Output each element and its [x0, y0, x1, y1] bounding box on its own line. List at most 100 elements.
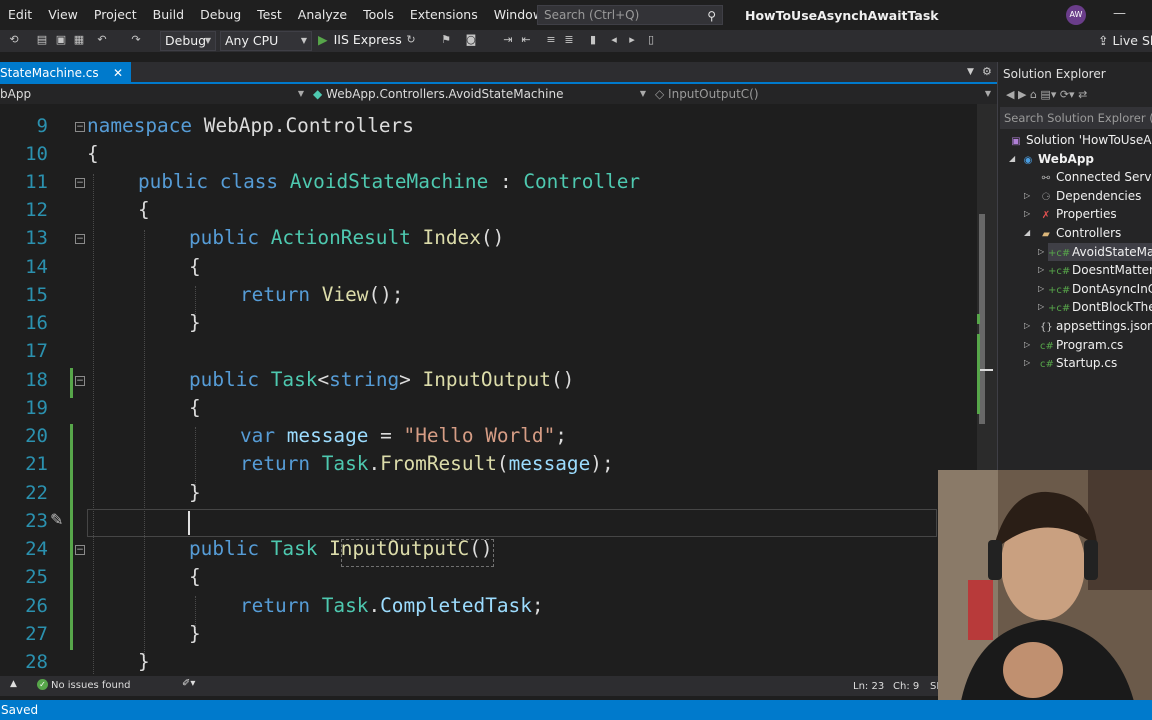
uncomment-icon[interactable]: ≣ — [563, 33, 575, 47]
gear-icon[interactable]: ⚙ — [982, 65, 992, 78]
collapsed-arrow-icon[interactable]: ▷ — [1038, 298, 1044, 316]
tab-overflow-icon[interactable]: ▼ — [967, 67, 974, 77]
run-target-label: IIS Express — [333, 32, 402, 47]
collapsed-arrow-icon[interactable]: ▷ — [1024, 187, 1030, 205]
collapsed-arrow-icon[interactable]: ▷ — [1038, 280, 1044, 298]
tree-item-solution[interactable]: ▣ Solution 'HowToUseAsy — [1010, 131, 1152, 149]
run-button[interactable]: ▶ IIS Express — [318, 32, 402, 47]
change-marker — [977, 314, 980, 324]
open-folder-icon[interactable]: ▤ — [36, 33, 48, 47]
undo-icon[interactable]: ↶ — [96, 33, 108, 47]
menu-build[interactable]: Build — [145, 0, 192, 30]
menu-project[interactable]: Project — [86, 0, 145, 30]
code-line-14: { — [189, 255, 201, 278]
expanded-arrow-icon[interactable]: ◢ — [1009, 150, 1015, 168]
close-icon[interactable]: ✕ — [113, 62, 123, 84]
zoom-dropdown[interactable]: ▲ — [10, 679, 17, 689]
line-number: 20 — [25, 425, 48, 447]
collapsed-arrow-icon[interactable]: ▷ — [1024, 317, 1030, 335]
forward-icon[interactable]: ▶ — [1018, 88, 1026, 101]
solution-search-input[interactable]: Search Solution Explorer (Ct — [1000, 107, 1152, 129]
project-value: bApp — [0, 87, 32, 101]
browser-link-icon[interactable]: ⚑ — [440, 33, 452, 47]
line-number: 9 — [36, 115, 48, 137]
code-line-28: } — [138, 650, 150, 673]
line-number: 14 — [25, 256, 48, 278]
tree-item-dont-block[interactable]: +c#DontBlockTheT — [1048, 298, 1152, 316]
line-number: 21 — [25, 453, 48, 475]
pending-changes-icon[interactable]: ⟳▾ — [1060, 88, 1075, 101]
code-line-11: public class AvoidStateMachine : Control… — [138, 170, 641, 193]
user-avatar[interactable]: AW — [1066, 5, 1086, 25]
switch-views-icon[interactable]: ▤▾ — [1040, 88, 1056, 101]
collapse-icon[interactable]: − — [75, 545, 85, 555]
refresh-icon[interactable]: ↻ — [405, 33, 417, 47]
tree-item-webapp[interactable]: ◉ WebApp — [1022, 150, 1094, 168]
tree-item-appsettings[interactable]: {} appsettings.json — [1040, 317, 1152, 335]
type-dropdown[interactable]: ◆ WebApp.Controllers.AvoidStateMachine ▼ — [313, 85, 650, 103]
search-input[interactable]: Search (Ctrl+Q) ⚲ — [537, 5, 723, 25]
search-icon: ⚲ — [707, 9, 716, 23]
step-icon[interactable]: ⇥ — [502, 33, 514, 47]
expanded-arrow-icon[interactable]: ◢ — [1024, 224, 1030, 242]
menu-extensions[interactable]: Extensions — [402, 0, 486, 30]
back-icon[interactable]: ◀ — [1006, 88, 1014, 101]
tree-item-startup[interactable]: c# Startup.cs — [1040, 354, 1117, 372]
menu-tools[interactable]: Tools — [355, 0, 402, 30]
comment-icon[interactable]: ≡ — [545, 33, 557, 47]
member-dropdown[interactable]: ◇ InputOutputC() ▼ — [655, 85, 995, 103]
quick-actions-pencil-icon[interactable]: ✎ — [50, 510, 63, 529]
redo-icon[interactable]: ↷ — [130, 33, 142, 47]
menu-edit[interactable]: Edit — [0, 0, 40, 30]
column-indicator[interactable]: Ch: 9 — [893, 681, 919, 692]
save-all-icon[interactable]: ▦ — [73, 33, 85, 47]
toggle-icon[interactable]: ◙ — [465, 33, 477, 47]
collapsed-arrow-icon[interactable]: ▷ — [1024, 205, 1030, 223]
tree-item-dependencies[interactable]: ⚆ Dependencies — [1040, 187, 1142, 205]
menu-view[interactable]: View — [40, 0, 86, 30]
bookmark-next-icon[interactable]: ▸ — [626, 33, 638, 47]
tree-item-doesnt-matter[interactable]: +c#DoesntMatterW — [1048, 261, 1152, 279]
change-marker — [70, 368, 73, 398]
tree-item-controllers[interactable]: ▰ Controllers — [1040, 224, 1121, 242]
bookmark-clear-icon[interactable]: ▯ — [645, 33, 657, 47]
tab-avoid-state-machine[interactable]: StateMachine.cs ✕ — [0, 62, 131, 84]
configuration-dropdown[interactable]: Debug ▼ — [160, 31, 216, 51]
step-over-icon[interactable]: ⇤ — [520, 33, 532, 47]
line-indicator[interactable]: Ln: 23 — [853, 681, 884, 692]
live-share-button[interactable]: ⇪ Live Sha — [1098, 33, 1152, 48]
platform-dropdown[interactable]: Any CPU ▼ — [220, 31, 312, 51]
tree-item-avoid-state-machine[interactable]: +c#AvoidStateMac — [1048, 243, 1152, 261]
save-icon[interactable]: ▣ — [55, 33, 67, 47]
menu-test[interactable]: Test — [249, 0, 290, 30]
collapsed-arrow-icon[interactable]: ▷ — [1038, 261, 1044, 279]
collapsed-arrow-icon[interactable]: ▷ — [1024, 336, 1030, 354]
minimize-icon[interactable]: — — [1113, 6, 1126, 21]
line-number: 26 — [25, 595, 48, 617]
line-number: 15 — [25, 284, 48, 306]
csharp-file-icon: +c# — [1048, 266, 1071, 277]
tree-item-properties[interactable]: ✗ Properties — [1040, 205, 1117, 223]
tree-item-program[interactable]: c# Program.cs — [1040, 336, 1123, 354]
code-editor[interactable]: 9 10 11 12 13 14 15 16 17 18 19 20 21 22… — [0, 104, 977, 676]
sync-icon[interactable]: ⇄ — [1078, 88, 1087, 101]
collapse-icon[interactable]: − — [75, 122, 85, 132]
issues-status[interactable]: No issues found — [51, 680, 131, 691]
menu-debug[interactable]: Debug — [192, 0, 249, 30]
collapsed-arrow-icon[interactable]: ▷ — [1038, 243, 1044, 261]
tree-item-connected-services[interactable]: ⚯Connected Service — [1040, 168, 1152, 186]
bookmark-icon[interactable]: ▮ — [587, 33, 599, 47]
bookmark-prev-icon[interactable]: ◂ — [608, 33, 620, 47]
editor-status-row: ▲ ✓ No issues found ✐▾ Ln: 23 Ch: 9 SI — [0, 676, 997, 696]
project-dropdown[interactable]: bApp ▼ — [0, 85, 308, 103]
line-number: 13 — [25, 227, 48, 249]
navigate-back-icon[interactable]: ⟲ — [8, 33, 20, 47]
brush-icon[interactable]: ✐▾ — [182, 678, 195, 689]
collapse-icon[interactable]: − — [75, 234, 85, 244]
tree-item-dont-async[interactable]: +c#DontAsyncInCo — [1048, 280, 1152, 298]
collapse-icon[interactable]: − — [75, 376, 85, 386]
menu-analyze[interactable]: Analyze — [290, 0, 355, 30]
collapse-icon[interactable]: − — [75, 178, 85, 188]
collapsed-arrow-icon[interactable]: ▷ — [1024, 354, 1030, 372]
home-icon[interactable]: ⌂ — [1030, 88, 1037, 101]
